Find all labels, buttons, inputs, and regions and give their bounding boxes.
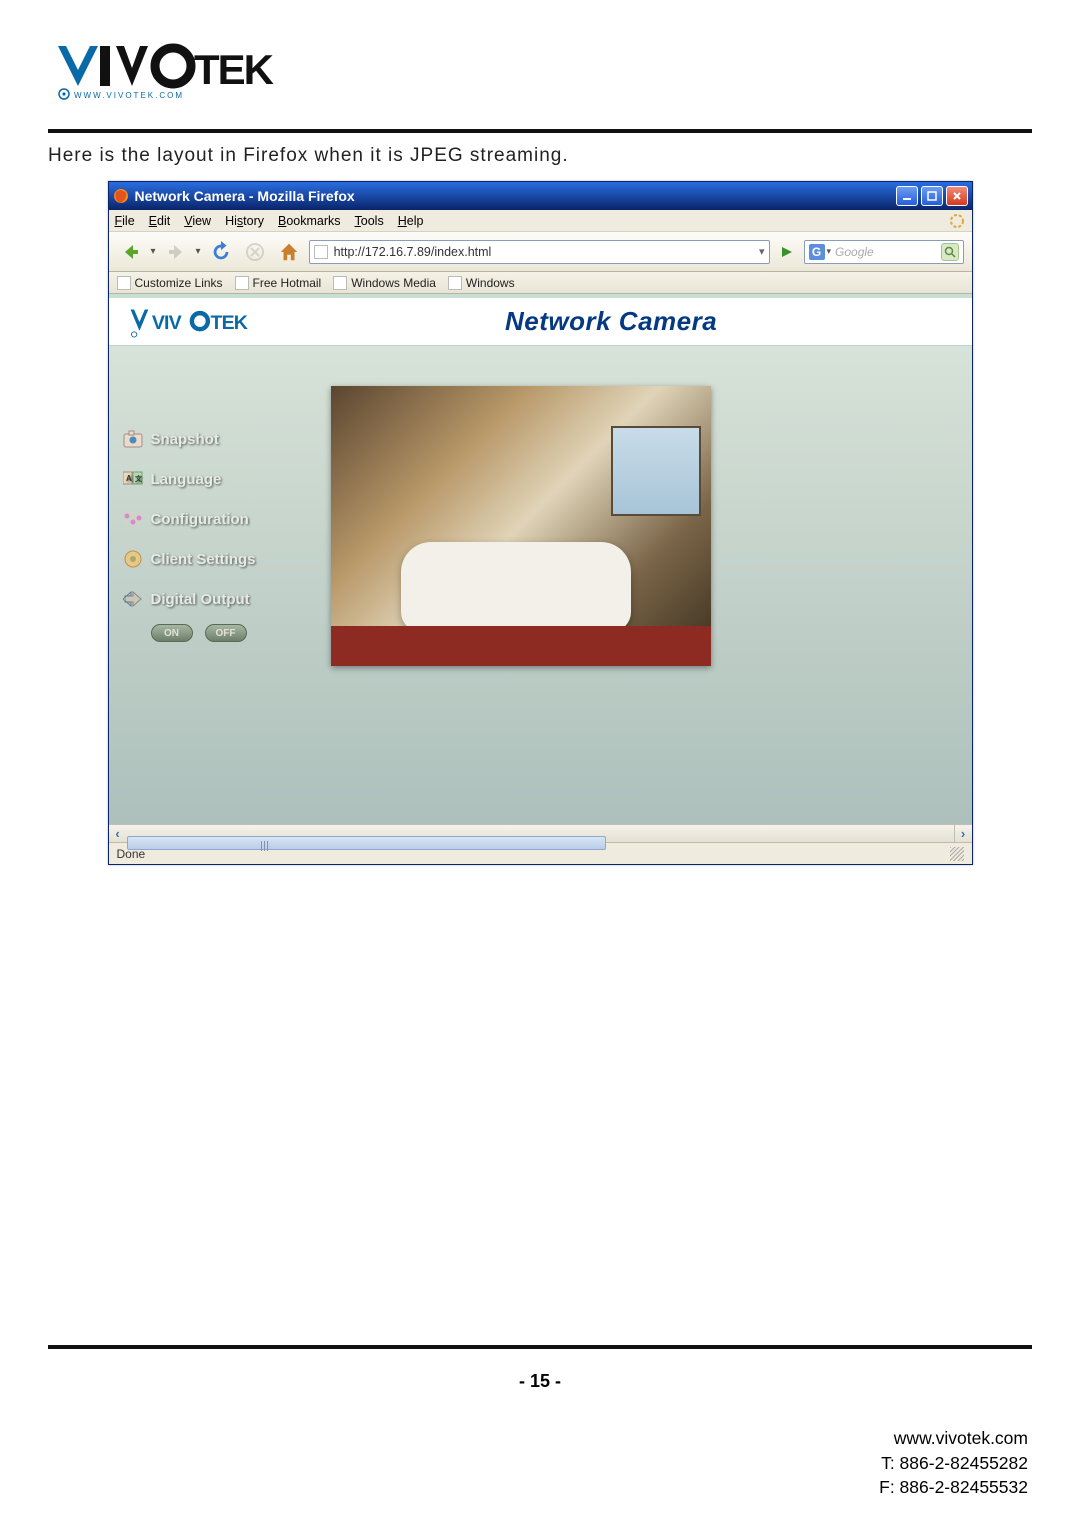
home-button[interactable] <box>275 238 303 266</box>
search-go-icon[interactable] <box>941 243 959 261</box>
vivotek-logo: VIV TEK <box>127 306 269 338</box>
page-content: VIV TEK Network Camera Snapshot A文 Langu… <box>109 294 972 824</box>
horizontal-scrollbar[interactable]: ‹ › <box>109 824 972 842</box>
digital-output-off[interactable]: OFF <box>205 624 247 642</box>
page-heading: Network Camera <box>269 306 954 337</box>
hr-bottom <box>48 1345 1032 1349</box>
bookmarks-toolbar: Customize Links Free Hotmail Windows Med… <box>109 272 972 294</box>
url-dropdown-icon[interactable]: ▾ <box>759 245 765 258</box>
svg-text:TEK: TEK <box>194 46 274 93</box>
back-dropdown[interactable]: ▾ <box>151 246 156 257</box>
titlebar[interactable]: Network Camera - Mozilla Firefox <box>109 182 972 210</box>
language-icon: A文 <box>123 470 143 488</box>
url-bar[interactable]: http://172.16.7.89/index.html ▾ <box>309 240 770 264</box>
menubar: File Edit View History Bookmarks Tools H… <box>109 210 972 232</box>
menu-digital-output: Digital Output <box>123 590 303 608</box>
firefox-icon <box>113 188 129 204</box>
configuration-icon <box>123 510 143 528</box>
digital-output-on[interactable]: ON <box>151 624 193 642</box>
video-stream <box>331 386 711 666</box>
page-icon <box>333 276 347 290</box>
resize-grip-icon[interactable] <box>950 847 964 861</box>
menu-help[interactable]: Help <box>398 214 424 228</box>
menu-edit[interactable]: Edit <box>149 214 171 228</box>
search-engine-dropdown[interactable]: ▾ <box>827 246 832 257</box>
reload-button[interactable] <box>207 238 235 266</box>
minimize-button[interactable] <box>896 186 918 206</box>
page-number: - 15 - <box>48 1371 1032 1392</box>
page-icon <box>117 276 131 290</box>
client-settings-icon <box>123 550 143 568</box>
bookmark-item[interactable]: Windows <box>448 276 515 290</box>
forward-button <box>162 238 190 266</box>
menu-language[interactable]: A文 Language <box>123 470 303 488</box>
firefox-window: Network Camera - Mozilla Firefox File Ed… <box>108 181 973 865</box>
forward-dropdown[interactable]: ▾ <box>196 246 201 257</box>
page-icon <box>448 276 462 290</box>
close-button[interactable] <box>946 186 968 206</box>
bookmark-item[interactable]: Customize Links <box>117 276 223 290</box>
svg-text:WWW.VIVOTEK.COM: WWW.VIVOTEK.COM <box>74 91 184 100</box>
hr-top <box>48 129 1032 133</box>
search-placeholder: Google <box>835 245 940 259</box>
google-icon: G <box>809 244 825 260</box>
footer-tel: T: 886-2-82455282 <box>48 1451 1028 1476</box>
menu-snapshot[interactable]: Snapshot <box>123 430 303 448</box>
menu-file[interactable]: File <box>115 214 135 228</box>
search-box[interactable]: G ▾ Google <box>804 240 964 264</box>
svg-text:文: 文 <box>135 474 143 483</box>
svg-text:TEK: TEK <box>210 312 247 334</box>
footer-fax: F: 886-2-82455532 <box>48 1475 1028 1500</box>
go-button[interactable] <box>776 241 798 263</box>
menu-view[interactable]: View <box>184 214 211 228</box>
stop-button <box>241 238 269 266</box>
side-menu: Snapshot A文 Language Configuration Clien… <box>123 366 303 666</box>
digital-output-icon <box>123 590 143 608</box>
menu-tools[interactable]: Tools <box>355 214 384 228</box>
menu-history[interactable]: History <box>225 214 264 228</box>
intro-text: Here is the layout in Firefox when it is… <box>48 145 1032 167</box>
scroll-right-icon[interactable]: › <box>954 825 972 843</box>
back-button[interactable] <box>117 238 145 266</box>
svg-text:VIV: VIV <box>151 312 181 334</box>
page-icon <box>235 276 249 290</box>
bookmark-item[interactable]: Windows Media <box>333 276 436 290</box>
scroll-left-icon[interactable]: ‹ <box>109 825 127 843</box>
footer-website: www.vivotek.com <box>48 1426 1028 1451</box>
snapshot-icon <box>123 430 143 448</box>
doc-header-logo: TEK WWW.VIVOTEK.COM <box>48 40 1032 111</box>
window-title: Network Camera - Mozilla Firefox <box>135 188 355 204</box>
url-text: http://172.16.7.89/index.html <box>334 245 755 259</box>
page-icon <box>314 245 328 259</box>
footer-contact: www.vivotek.com T: 886-2-82455282 F: 886… <box>48 1426 1032 1500</box>
bookmark-item[interactable]: Free Hotmail <box>235 276 322 290</box>
menu-client-settings[interactable]: Client Settings <box>123 550 303 568</box>
svg-text:A: A <box>126 474 132 483</box>
maximize-button[interactable] <box>921 186 943 206</box>
menu-bookmarks[interactable]: Bookmarks <box>278 214 341 228</box>
throbber-icon <box>948 212 966 230</box>
nav-toolbar: ▾ ▾ http://172.16.7.89/index.html ▾ G ▾ … <box>109 232 972 272</box>
menu-configuration[interactable]: Configuration <box>123 510 303 528</box>
